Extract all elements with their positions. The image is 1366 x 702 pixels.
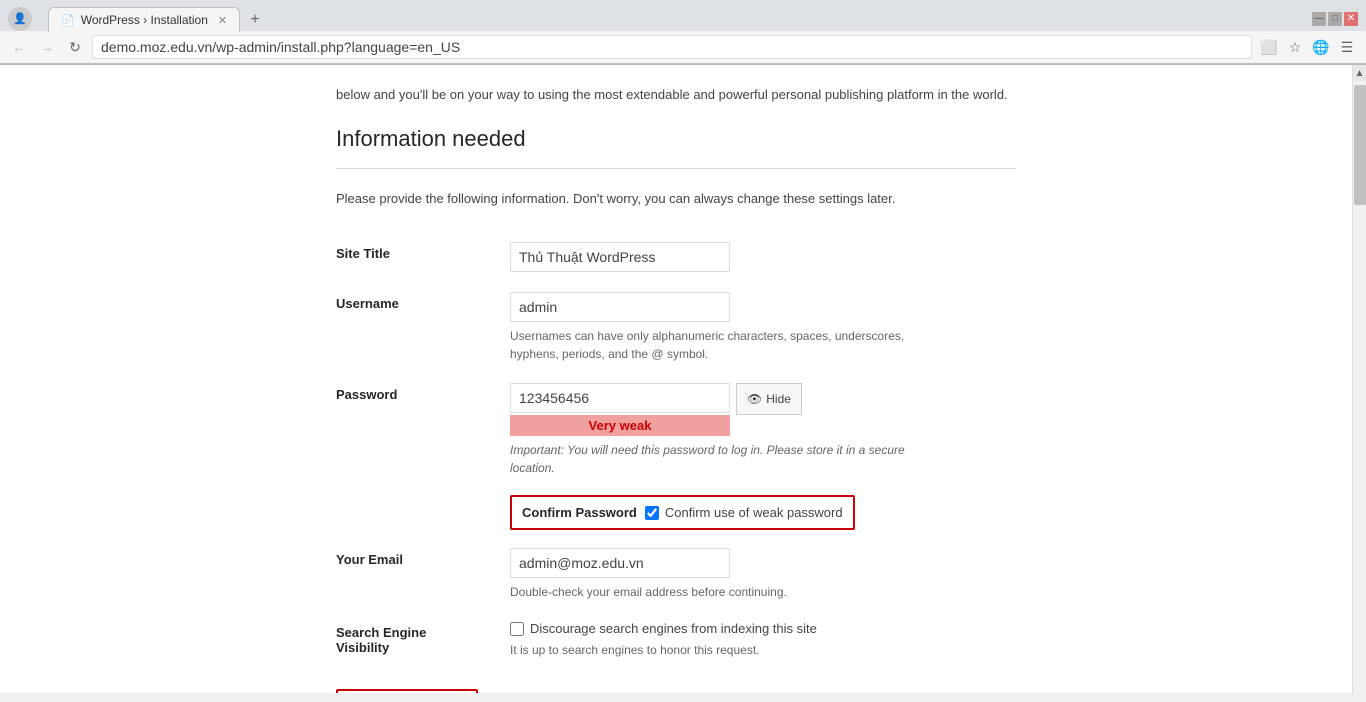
menu-icon[interactable]: ☰ xyxy=(1336,36,1358,58)
email-label: Your Email xyxy=(336,538,506,611)
username-input[interactable] xyxy=(510,292,730,322)
page-content: below and you'll be on your way to using… xyxy=(0,65,1352,693)
back-icon: ← xyxy=(12,39,26,55)
password-hint: Important: You will need this password t… xyxy=(510,441,910,477)
email-field-cell: Double-check your email address before c… xyxy=(506,538,1016,611)
content-inner: below and you'll be on your way to using… xyxy=(296,65,1056,693)
scroll-up-arrow[interactable]: ▲ xyxy=(1353,65,1366,81)
username-field-cell: Usernames can have only alphanumeric cha… xyxy=(506,282,1016,373)
hide-password-button[interactable]: 👁 Hide xyxy=(736,383,802,415)
search-engine-checkbox[interactable] xyxy=(510,622,524,636)
confirm-password-label: Confirm Password xyxy=(522,505,637,520)
install-form: Site Title Username Usernames can have o… xyxy=(336,232,1016,669)
divider xyxy=(336,168,1016,169)
confirm-password-highlighted-box: Confirm Password Confirm use of weak pas… xyxy=(510,495,855,530)
toolbar-icons: ⬜ ☆ 🌐 ☰ xyxy=(1258,36,1358,58)
confirm-weak-password-checkbox[interactable] xyxy=(645,506,659,520)
confirm-password-row: Confirm Password Confirm use of weak pas… xyxy=(336,487,1016,538)
tab-close-button[interactable]: ✕ xyxy=(218,14,227,27)
site-title-field-cell xyxy=(506,232,1016,282)
description-text: Please provide the following information… xyxy=(336,189,1016,209)
reload-icon: ↻ xyxy=(69,39,81,56)
address-bar: ← → ↻ ⬜ ☆ 🌐 ☰ xyxy=(0,31,1366,64)
password-input-wrap: Very weak xyxy=(510,383,730,436)
reload-button[interactable]: ↻ xyxy=(64,36,86,58)
back-button[interactable]: ← xyxy=(8,36,30,58)
confirm-password-field-cell: Confirm Password Confirm use of weak pas… xyxy=(506,487,1016,538)
page-wrapper: below and you'll be on your way to using… xyxy=(0,65,1366,693)
tab-page-icon: 📄 xyxy=(61,14,75,27)
search-engine-hint: It is up to search engines to honor this… xyxy=(510,641,910,659)
search-engine-field-cell: Discourage search engines from indexing … xyxy=(506,611,1016,669)
intro-text: below and you'll be on your way to using… xyxy=(336,85,1016,106)
search-engine-label-text: Search EngineVisibility xyxy=(336,625,426,655)
active-tab[interactable]: 📄 WordPress › Installation ✕ xyxy=(48,7,240,32)
close-button[interactable]: ✕ xyxy=(1344,12,1358,26)
email-hint: Double-check your email address before c… xyxy=(510,583,910,601)
avatar-icon: 👤 xyxy=(8,7,32,31)
install-button-wrap: Install WordPress xyxy=(336,689,1016,693)
new-tab-button[interactable]: + xyxy=(244,9,266,31)
minimize-button[interactable]: — xyxy=(1312,12,1326,26)
email-input[interactable] xyxy=(510,548,730,578)
search-engine-checkbox-row: Discourage search engines from indexing … xyxy=(510,621,1016,636)
username-row: Username Usernames can have only alphanu… xyxy=(336,282,1016,373)
section-title: Information needed xyxy=(336,126,1016,152)
email-row: Your Email Double-check your email addre… xyxy=(336,538,1016,611)
scrollbar-track: ▲ xyxy=(1352,65,1366,693)
eye-icon: 👁 xyxy=(747,392,762,406)
search-engine-checkbox-label: Discourage search engines from indexing … xyxy=(530,621,817,636)
password-strength-indicator: Very weak xyxy=(510,415,730,436)
bookmark-icon[interactable]: ☆ xyxy=(1284,36,1306,58)
password-row: Password Very weak 👁 Hide xyxy=(336,373,1016,487)
forward-button[interactable]: → xyxy=(36,36,58,58)
hide-label: Hide xyxy=(766,392,791,406)
tab-bar: 📄 WordPress › Installation ✕ + xyxy=(40,6,274,31)
username-label: Username xyxy=(336,282,506,373)
site-title-label: Site Title xyxy=(336,232,506,282)
search-engine-row: Search EngineVisibility Discourage searc… xyxy=(336,611,1016,669)
confirm-password-label-cell xyxy=(336,487,506,538)
address-input[interactable] xyxy=(92,35,1252,59)
globe-icon[interactable]: 🌐 xyxy=(1310,36,1332,58)
confirm-checkbox-wrap: Confirm use of weak password xyxy=(645,505,843,520)
password-field-cell: Very weak 👁 Hide Important: You will nee… xyxy=(506,373,1016,487)
screenshot-icon[interactable]: ⬜ xyxy=(1258,36,1280,58)
search-engine-label: Search EngineVisibility xyxy=(336,611,506,669)
site-title-row: Site Title xyxy=(336,232,1016,282)
browser-chrome: 👤 📄 WordPress › Installation ✕ + — □ ✕ ←… xyxy=(0,0,1366,65)
title-bar: 👤 📄 WordPress › Installation ✕ + — □ ✕ xyxy=(0,0,1366,31)
forward-icon: → xyxy=(40,39,54,55)
password-input-row: Very weak 👁 Hide xyxy=(510,383,1016,436)
password-label: Password xyxy=(336,373,506,487)
password-input[interactable] xyxy=(510,383,730,413)
tab-label: WordPress › Installation xyxy=(81,13,208,27)
maximize-button[interactable]: □ xyxy=(1328,12,1342,26)
install-wordpress-button[interactable]: Install WordPress xyxy=(336,689,478,693)
username-hint: Usernames can have only alphanumeric cha… xyxy=(510,327,910,363)
scroll-thumb[interactable] xyxy=(1354,85,1366,205)
confirm-weak-password-label: Confirm use of weak password xyxy=(665,505,843,520)
site-title-input[interactable] xyxy=(510,242,730,272)
